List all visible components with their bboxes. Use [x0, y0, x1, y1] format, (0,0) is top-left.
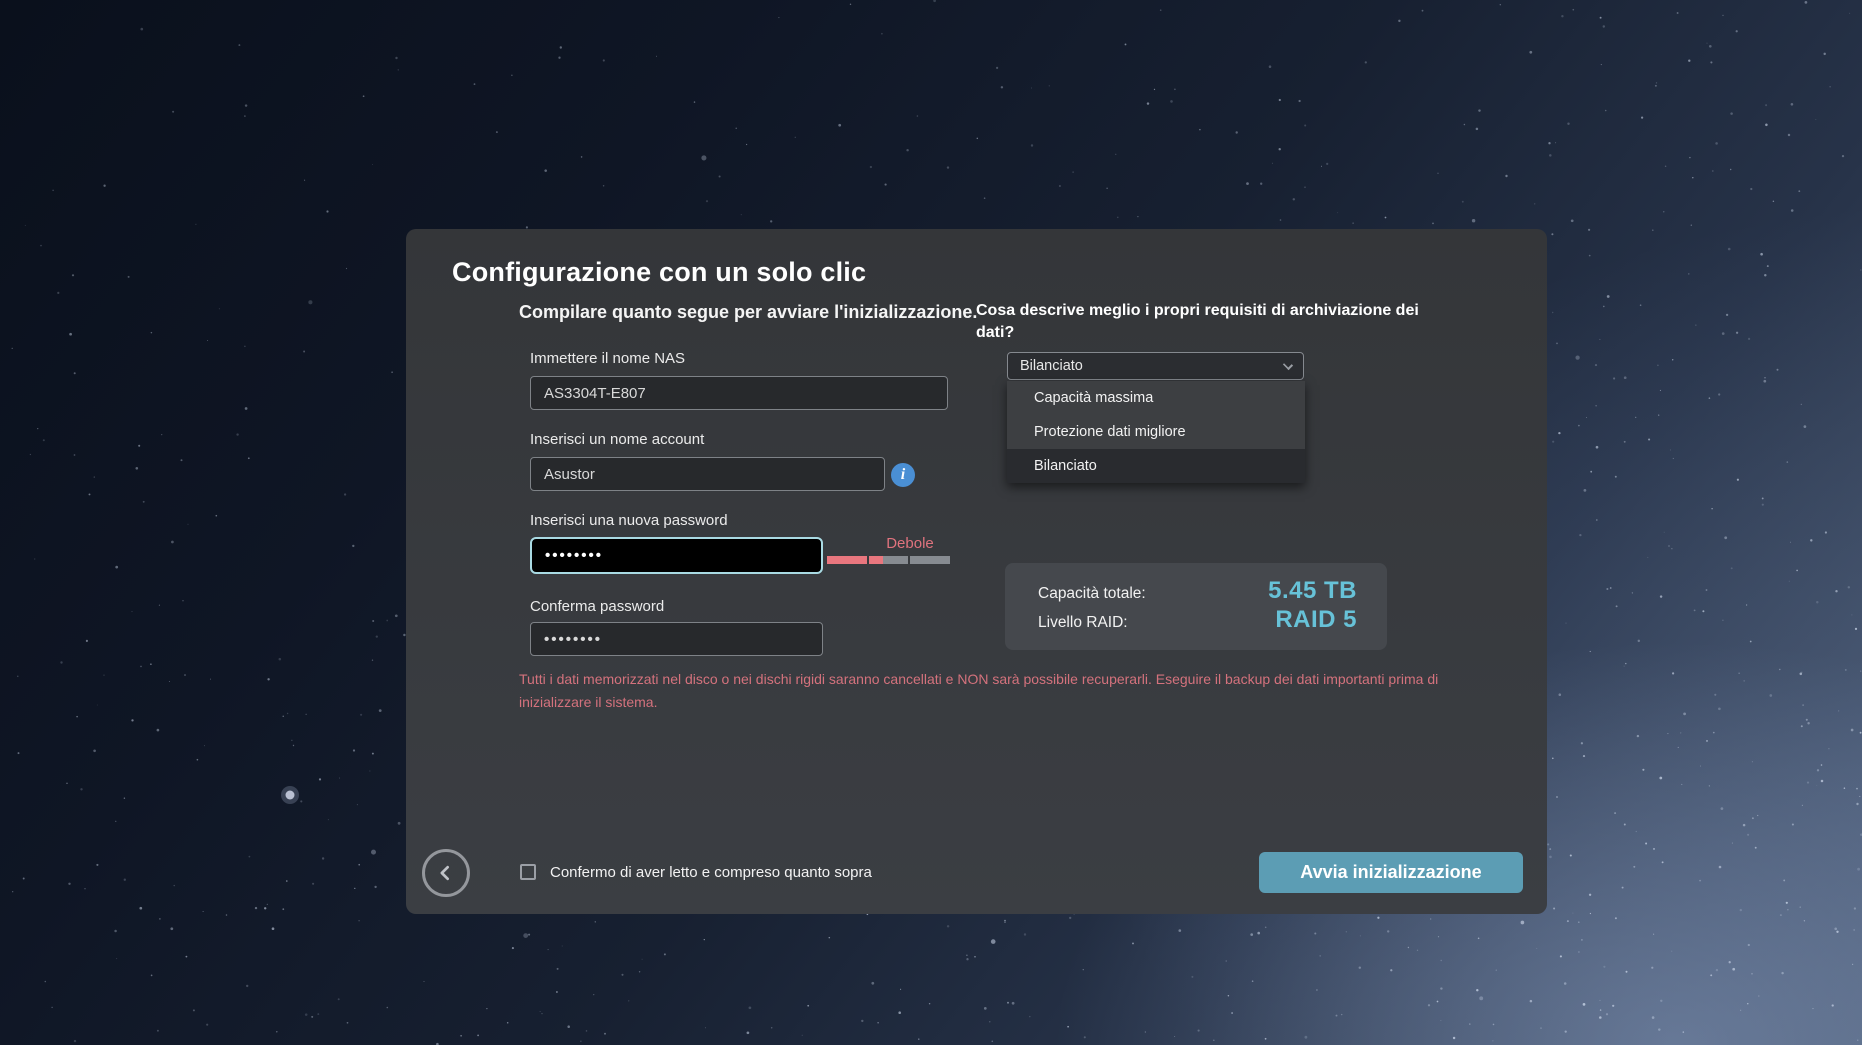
info-icon[interactable]: i — [891, 463, 915, 487]
strength-segment — [910, 556, 950, 564]
raid-level-value: RAID 5 — [1275, 606, 1357, 634]
raid-level-label: Livello RAID: — [1038, 614, 1128, 632]
new-password-input[interactable] — [530, 537, 823, 574]
start-initialization-button[interactable]: Avvia inizializzazione — [1259, 852, 1523, 893]
password-strength-meter — [827, 556, 950, 564]
chevron-down-icon — [1283, 360, 1293, 370]
account-name-label: Inserisci un nome account — [530, 431, 704, 448]
setup-screen: Configurazione con un solo clic Compilar… — [0, 0, 1862, 1045]
confirm-checkbox[interactable] — [520, 864, 536, 880]
page-title: Configurazione con un solo clic — [452, 257, 866, 288]
nas-name-input[interactable] — [530, 376, 948, 410]
dropdown-option-bilanciato[interactable]: Bilanciato — [1007, 449, 1305, 483]
back-button[interactable] — [422, 849, 470, 897]
storage-profile-select-value: Bilanciato — [1020, 358, 1083, 374]
storage-profile-select[interactable]: Bilanciato — [1007, 352, 1304, 380]
storage-profile-dropdown: Capacità massima Protezione dati miglior… — [1007, 381, 1305, 483]
dropdown-option-capacita-massima[interactable]: Capacità massima — [1007, 381, 1305, 415]
confirm-password-input[interactable] — [530, 622, 823, 656]
storage-requirements-question: Cosa descrive meglio i propri requisiti … — [976, 300, 1421, 344]
total-capacity-value: 5.45 TB — [1268, 577, 1357, 605]
account-name-input[interactable] — [530, 457, 885, 491]
confirm-checkbox-label: Confermo di aver letto e compreso quanto… — [550, 864, 872, 881]
strength-segment — [869, 556, 909, 564]
capacity-summary-box: Capacità totale: 5.45 TB Livello RAID: R… — [1005, 563, 1387, 650]
page-subtitle: Compilare quanto segue per avviare l'ini… — [519, 302, 977, 323]
one-click-setup-panel: Configurazione con un solo clic Compilar… — [406, 229, 1547, 914]
data-loss-warning: Tutti i dati memorizzati nel disco o nei… — [519, 668, 1454, 714]
new-password-label: Inserisci una nuova password — [530, 512, 728, 529]
chevron-left-icon — [436, 863, 456, 883]
password-strength-label: Debole — [867, 535, 953, 552]
nas-name-label: Immettere il nome NAS — [530, 350, 685, 367]
dropdown-option-protezione-dati[interactable]: Protezione dati migliore — [1007, 415, 1305, 449]
strength-segment — [827, 556, 867, 564]
confirm-password-label: Conferma password — [530, 598, 664, 615]
total-capacity-label: Capacità totale: — [1038, 585, 1146, 603]
